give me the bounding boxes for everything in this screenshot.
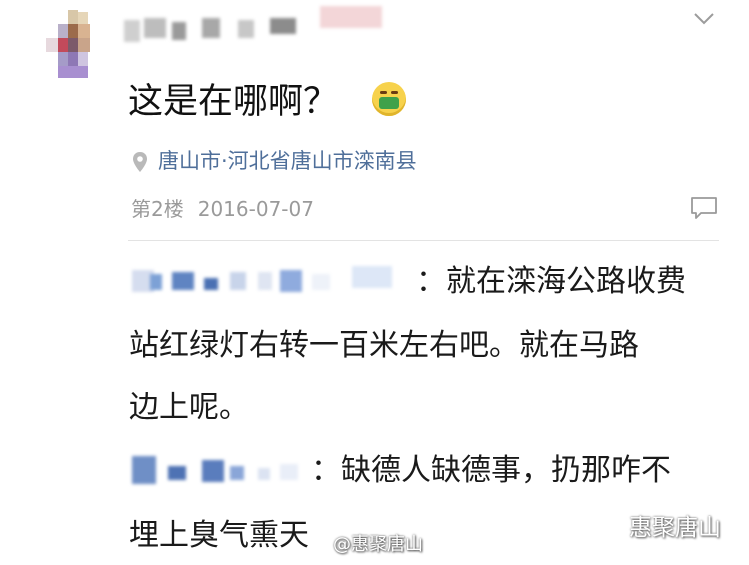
reply-line: 边上呢。 bbox=[129, 390, 249, 425]
divider bbox=[128, 240, 719, 241]
reply-username-censored bbox=[130, 450, 320, 490]
location-text: 唐山市·河北省唐山市滦南县 bbox=[158, 149, 417, 173]
post-date: 2016-07-07 bbox=[197, 197, 314, 221]
reply-line: ：缺德人缺德事，扔那咋不 bbox=[311, 453, 671, 488]
wechat-icon bbox=[598, 518, 624, 538]
location-tag[interactable]: 唐山市·河北省唐山市滦南县 bbox=[132, 146, 417, 176]
comment-icon[interactable] bbox=[690, 196, 718, 220]
post-meta: 第2楼 2016-07-07 bbox=[131, 195, 314, 223]
avatar[interactable] bbox=[46, 10, 100, 80]
post-text: 这是在哪啊？ bbox=[128, 82, 339, 122]
username-censored bbox=[120, 8, 320, 48]
chevron-down-icon[interactable] bbox=[693, 12, 715, 26]
username-censored-tag bbox=[320, 6, 386, 36]
sick-face-emoji bbox=[372, 82, 406, 116]
location-pin-icon bbox=[133, 152, 147, 172]
wechat-watermark-text: 惠聚唐山 bbox=[629, 515, 721, 541]
reply-username-censored bbox=[130, 260, 420, 300]
reply-line: ：就在滦海公路收费 bbox=[416, 264, 686, 299]
reply-line: 埋上臭气熏天 bbox=[129, 518, 309, 553]
wechat-watermark: 惠聚唐山 bbox=[597, 508, 721, 542]
weibo-watermark-text: @惠聚唐山 bbox=[333, 534, 423, 555]
floor-number: 第2楼 bbox=[131, 197, 184, 221]
weibo-watermark: @惠聚唐山 bbox=[311, 530, 423, 556]
reply-line: 站红绿灯右转一百米左右吧。就在马路 bbox=[129, 328, 639, 363]
weibo-icon bbox=[311, 540, 327, 552]
